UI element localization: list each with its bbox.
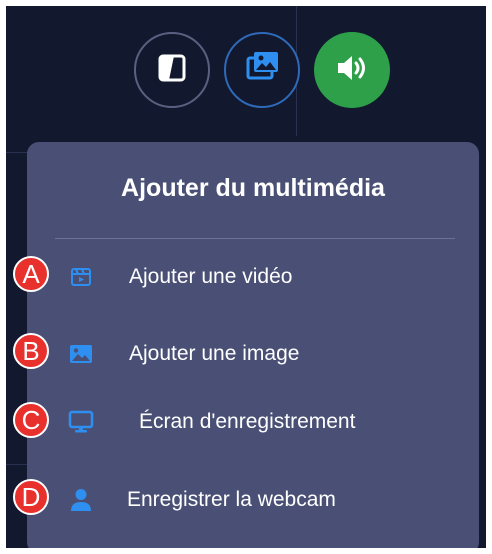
menu-item-label: Ajouter une image	[129, 342, 300, 365]
media-gallery-icon	[242, 48, 282, 93]
divider	[55, 238, 455, 239]
sound-button[interactable]	[314, 32, 390, 108]
menu-item-label: Enregistrer la webcam	[127, 488, 336, 511]
panel-title: Ajouter du multimédia	[121, 174, 385, 202]
menu-item-record-webcam[interactable]: Enregistrer la webcam	[67, 478, 467, 522]
add-media-button[interactable]	[224, 32, 300, 108]
monitor-icon	[67, 408, 95, 436]
annotation-badge: A	[13, 256, 49, 292]
image-icon	[67, 340, 95, 368]
menu-item-label: Écran d'enregistrement	[139, 410, 356, 433]
annotation-badge: B	[13, 333, 49, 369]
person-icon	[67, 486, 95, 514]
theme-toggle-button[interactable]	[134, 32, 210, 108]
menu-item-label: Ajouter une vidéo	[129, 265, 293, 288]
menu-item-add-video[interactable]: Ajouter une vidéo	[67, 255, 467, 299]
app-frame: Ajouter du multimédia Ajouter une vidéo	[6, 6, 486, 548]
menu-item-screen-recording[interactable]: Écran d'enregistrement	[67, 400, 467, 444]
video-clapper-icon	[67, 263, 95, 291]
speaker-volume-icon	[332, 48, 372, 93]
annotation-badge: C	[13, 402, 49, 438]
contrast-icon	[154, 50, 190, 91]
add-media-panel: Ajouter du multimédia Ajouter une vidéo	[27, 142, 479, 548]
annotation-badge: D	[13, 479, 49, 515]
menu-item-add-image[interactable]: Ajouter une image	[67, 332, 467, 376]
